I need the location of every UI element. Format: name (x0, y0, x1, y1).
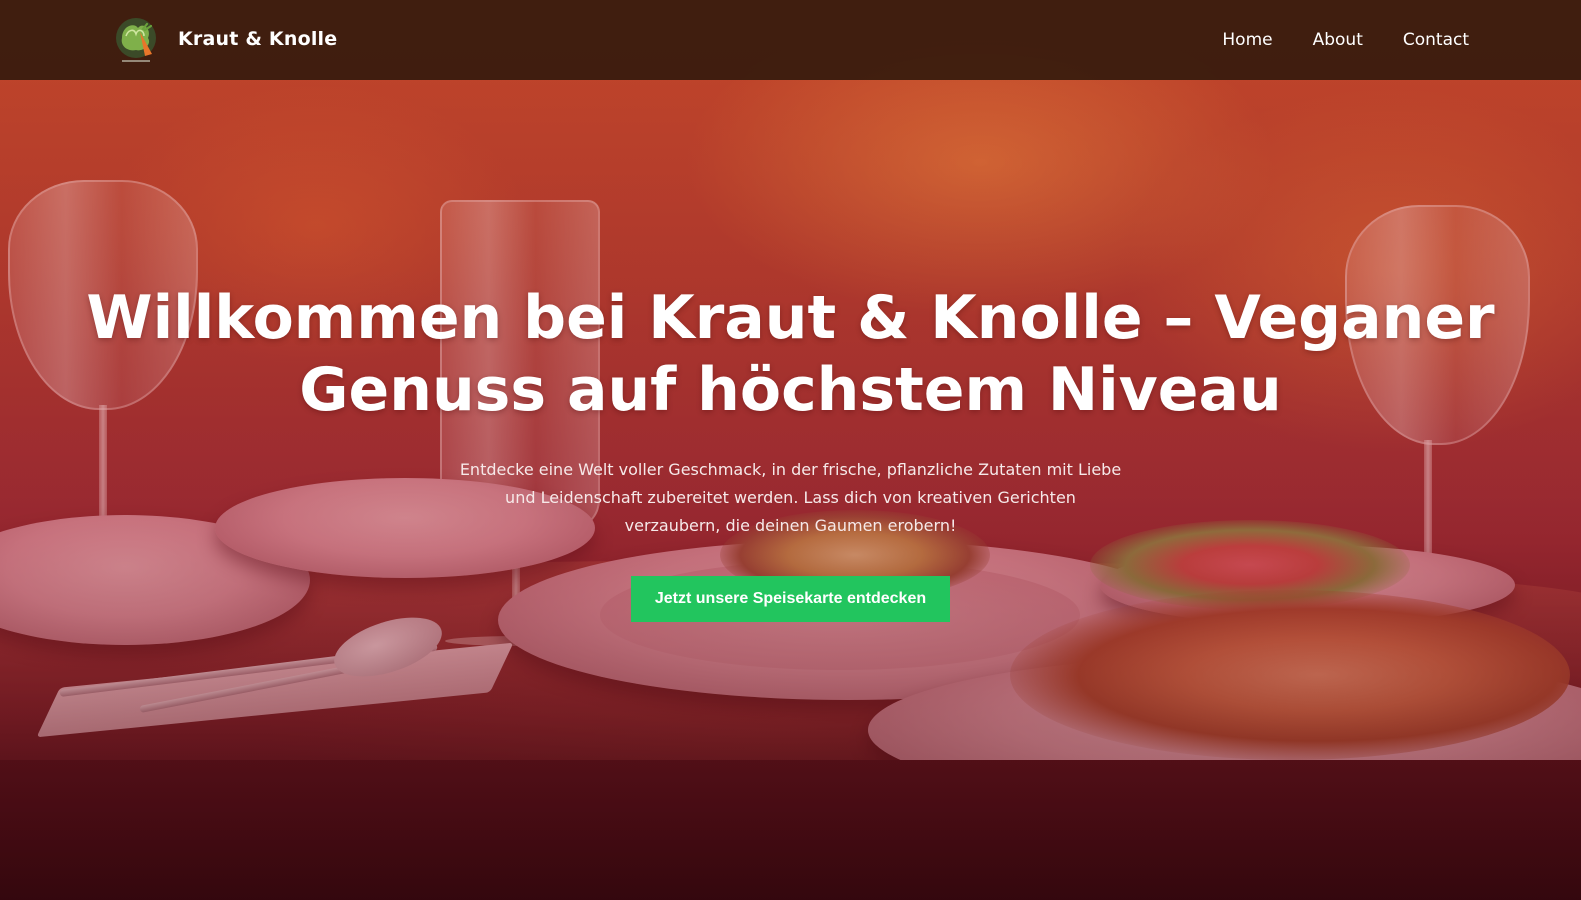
nav-item-contact: Contact (1403, 30, 1469, 50)
hero-section: Willkommen bei Kraut & Knolle – Veganer … (0, 282, 1581, 622)
nav-item-about: About (1313, 30, 1363, 50)
nav-link-about[interactable]: About (1313, 30, 1363, 50)
hero-description: Entdecke eine Welt voller Geschmack, in … (459, 460, 1122, 535)
brand-link[interactable]: Kraut & Knolle (112, 14, 337, 64)
page: Kraut & Knolle Home About Contact Willko… (0, 0, 1581, 900)
vegetable-logo-icon (112, 14, 160, 64)
nav-item-home: Home (1222, 30, 1272, 50)
navbar: Kraut & Knolle Home About Contact (0, 0, 1581, 80)
nav-menu: Home About Contact (1182, 0, 1469, 80)
hero-title: Willkommen bei Kraut & Knolle – Veganer … (86, 283, 1495, 425)
nav-link-home[interactable]: Home (1222, 30, 1272, 50)
nav-link-contact[interactable]: Contact (1403, 30, 1469, 50)
menu-cta-button[interactable]: Jetzt unsere Speisekarte entdecken (630, 576, 951, 622)
brand-name: Kraut & Knolle (178, 28, 338, 50)
